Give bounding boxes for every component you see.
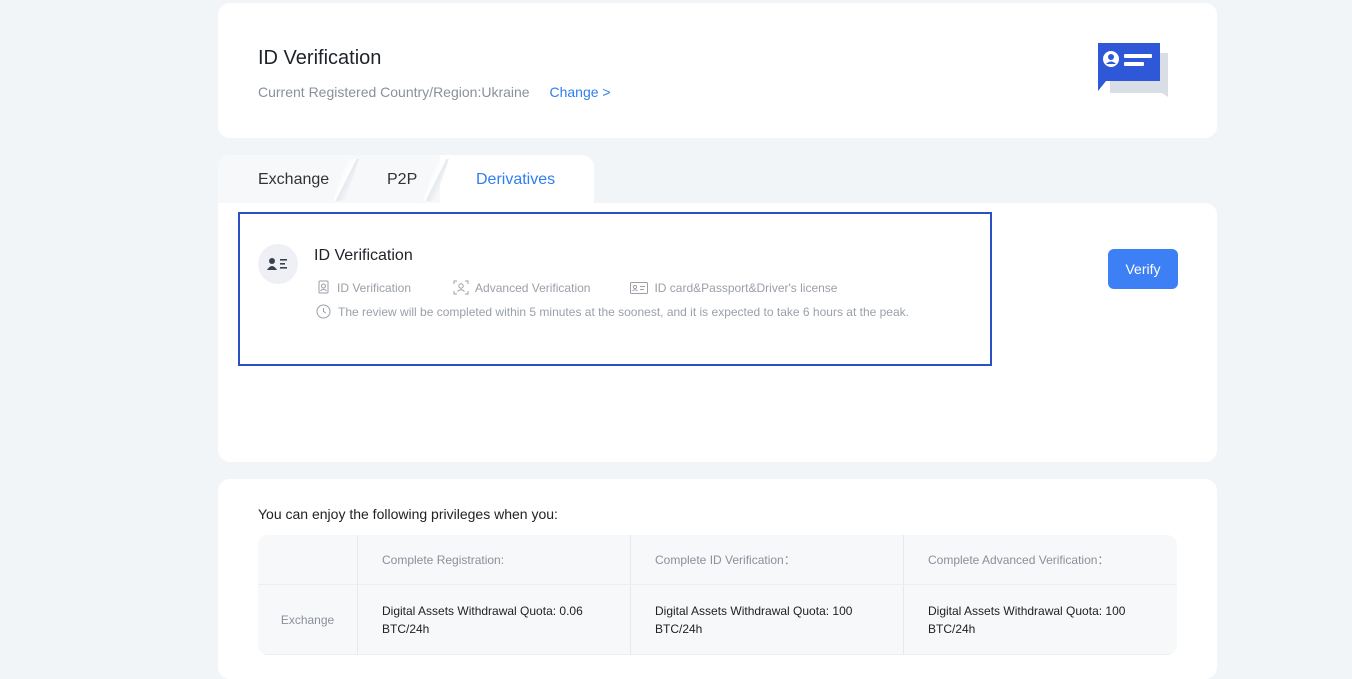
requirement-label: Advanced Verification (475, 280, 591, 295)
verify-button[interactable]: Verify (1108, 249, 1178, 289)
table-header-row: Complete Registration: Complete ID Verif… (258, 535, 1177, 585)
privileges-table: Complete Registration: Complete ID Verif… (258, 535, 1177, 655)
table-header-cell: Complete ID Verification： (630, 535, 903, 584)
table-header-cell: Complete Advanced Verification： (903, 535, 1177, 584)
requirement-documents: ID card&Passport&Driver's license (630, 281, 837, 295)
table-cell: Digital Assets Withdrawal Quota: 0.06 BT… (357, 585, 630, 654)
tab-p2p[interactable]: P2P (387, 171, 417, 189)
country-region-line: Current Registered Country/Region:Ukrain… (258, 84, 611, 100)
tab-divider (333, 159, 359, 201)
user-id-icon (258, 244, 298, 284)
review-time-note: The review will be completed within 5 mi… (316, 304, 909, 319)
verification-tabs: Exchange P2P Derivatives (218, 155, 594, 203)
requirement-label: ID Verification (337, 280, 412, 295)
table-cell: Digital Assets Withdrawal Quota: 100 BTC… (630, 585, 903, 654)
table-row: Exchange Digital Assets Withdrawal Quota… (258, 585, 1177, 655)
verification-panel: ID Verification ID Verification Advanced… (218, 203, 1217, 462)
requirement-id-verification: ID Verification (316, 280, 411, 295)
clock-icon (316, 304, 331, 319)
header-card: ID Verification Current Registered Count… (218, 3, 1217, 138)
requirement-label: ID card&Passport&Driver's license (654, 280, 838, 295)
table-header-cell: Complete Registration: (357, 535, 630, 584)
id-verification-item[interactable]: ID Verification ID Verification Advanced… (238, 212, 992, 366)
id-card-illustration-icon (1098, 43, 1170, 104)
review-time-text: The review will be completed within 5 mi… (338, 304, 909, 319)
verification-requirements: ID Verification Advanced Verification ID… (316, 280, 879, 295)
change-country-link[interactable]: Change > (549, 84, 610, 100)
table-row-label: Exchange (280, 612, 335, 627)
table-cell: Digital Assets Withdrawal Quota: 100 BTC… (903, 585, 1177, 654)
page-title: ID Verification (258, 47, 382, 69)
requirement-advanced-verification: Advanced Verification (453, 280, 590, 295)
id-card-icon (630, 281, 649, 294)
privileges-title: You can enjoy the following privileges w… (258, 506, 558, 522)
id-doc-icon (318, 280, 329, 294)
tab-derivatives[interactable]: Derivatives (476, 171, 555, 189)
tab-exchange[interactable]: Exchange (258, 171, 329, 189)
country-region-label: Current Registered Country/Region:Ukrain… (258, 84, 530, 100)
table-header-cell (258, 535, 357, 584)
privileges-panel: You can enjoy the following privileges w… (218, 479, 1217, 679)
face-scan-icon (453, 280, 469, 295)
verification-title: ID Verification (314, 247, 413, 264)
